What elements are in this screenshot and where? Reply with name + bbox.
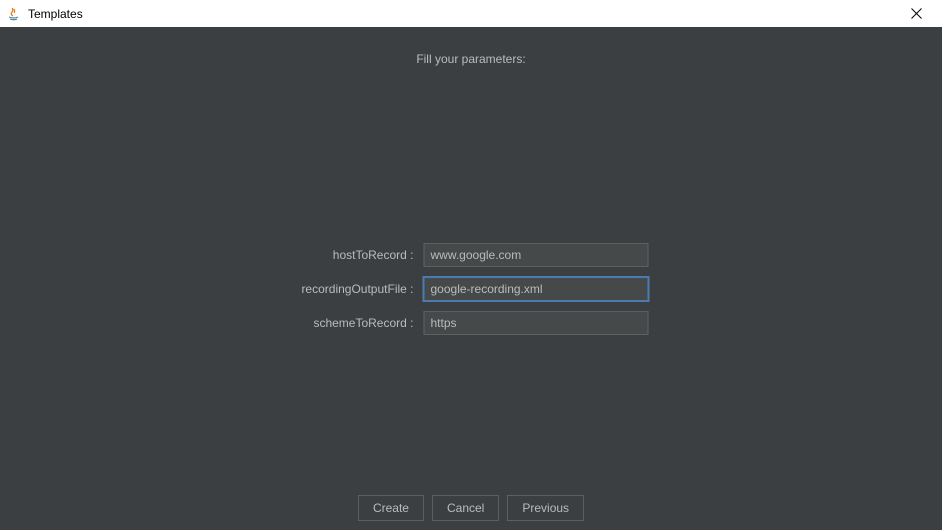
cancel-button[interactable]: Cancel: [432, 495, 499, 521]
close-button[interactable]: [896, 0, 936, 27]
form-row-scheme: schemeToRecord :: [294, 311, 649, 335]
label-host: hostToRecord :: [294, 248, 414, 262]
input-host[interactable]: [424, 243, 649, 267]
prompt-text: Fill your parameters:: [0, 27, 942, 66]
form-area: hostToRecord : recordingOutputFile : sch…: [294, 243, 649, 335]
titlebar-left: Templates: [6, 6, 83, 22]
button-row: Create Cancel Previous: [358, 495, 584, 521]
form-row-host: hostToRecord :: [294, 243, 649, 267]
content-pane: Fill your parameters: hostToRecord : rec…: [0, 27, 942, 530]
label-output: recordingOutputFile :: [294, 282, 414, 296]
input-output[interactable]: [424, 277, 649, 301]
input-scheme[interactable]: [424, 311, 649, 335]
previous-button[interactable]: Previous: [507, 495, 584, 521]
create-button[interactable]: Create: [358, 495, 424, 521]
java-icon: [6, 6, 22, 22]
window-title: Templates: [28, 7, 83, 21]
label-scheme: schemeToRecord :: [294, 316, 414, 330]
close-icon: [911, 8, 922, 19]
form-row-output: recordingOutputFile :: [294, 277, 649, 301]
titlebar: Templates: [0, 0, 942, 27]
